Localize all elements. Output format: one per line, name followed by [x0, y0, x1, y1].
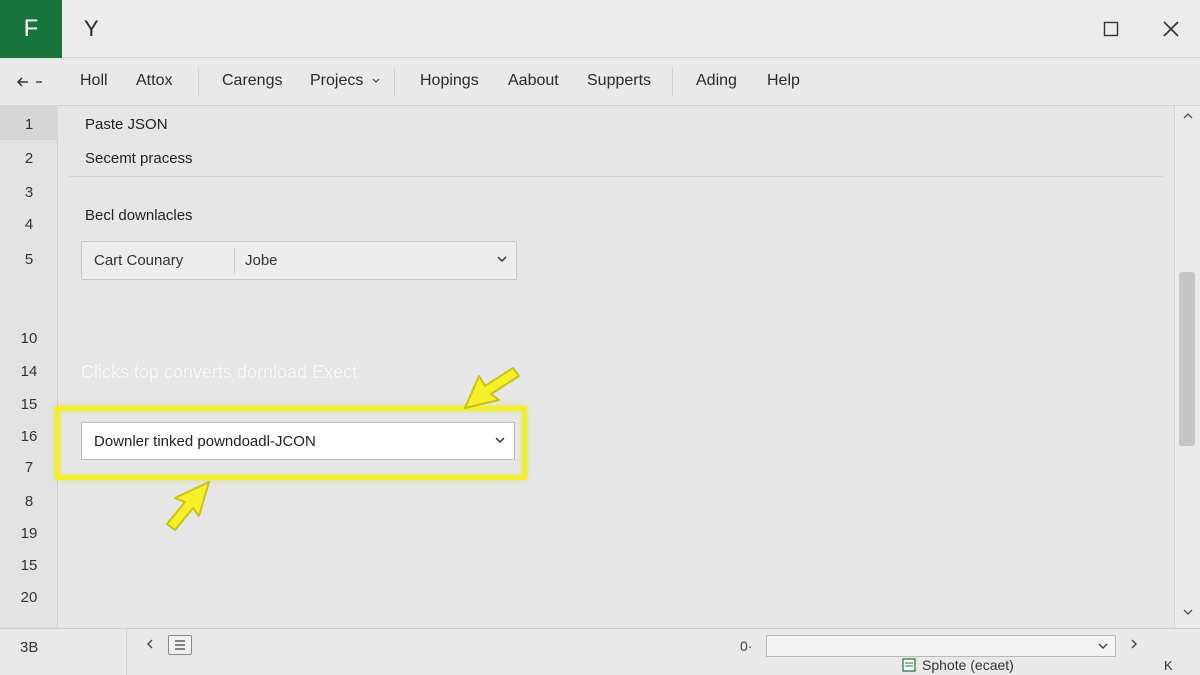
menu-bar: Holl Attox Carengs Projecs Hopings Aabou… [0, 58, 1200, 106]
chevron-down-icon [372, 78, 380, 83]
chevron-down-icon [497, 256, 507, 263]
scroll-down-icon[interactable] [1181, 606, 1195, 618]
menu-separator [672, 68, 673, 96]
dropdown-value: Downler tinked powndoadl-JCON [94, 433, 316, 450]
row-number[interactable]: 19 [0, 525, 58, 542]
status-select[interactable] [766, 635, 1116, 657]
pointer-arrow-icon [464, 367, 520, 409]
zoom-indicator: 0· [740, 638, 753, 654]
maximize-icon [1103, 21, 1119, 37]
status-bar: 3B 0· Sphote (ecaet) K [0, 628, 1200, 675]
scrollbar-thumb[interactable] [1179, 272, 1195, 446]
row-number[interactable]: 4 [0, 216, 58, 233]
pointer-arrow-icon [166, 481, 210, 531]
content-area: Paste JSON Secemt pracess Becl downlacle… [55, 106, 1173, 628]
row-number[interactable]: 1 [0, 116, 58, 133]
status-corner-text: K [1164, 658, 1173, 673]
menu-item-holl[interactable]: Holl [80, 72, 108, 90]
menu-separator [394, 68, 395, 96]
hint-text: Clicks top converts dornload Exect [81, 362, 358, 382]
list-icon [175, 640, 185, 650]
chevron-left-icon[interactable] [144, 637, 156, 651]
row-number-gutter: 1 2 3 4 5 10 14 15 16 7 8 19 15 20 [0, 106, 58, 628]
row-number[interactable]: 2 [0, 150, 58, 167]
country-select[interactable]: Cart Counary Jobe [81, 241, 517, 280]
section-label: Becl downlacles [85, 207, 193, 224]
row-number[interactable]: 15 [0, 396, 58, 413]
status-separator [126, 629, 127, 675]
scroll-up-icon[interactable] [1181, 110, 1195, 122]
status-text: Sphote (ecaet) [922, 657, 1014, 673]
row-number[interactable]: 16 [0, 428, 58, 445]
menu-item-projecs[interactable]: Projecs [310, 72, 381, 90]
select-label: Cart Counary [94, 252, 184, 269]
back-button[interactable] [16, 70, 52, 94]
close-icon [1163, 21, 1179, 37]
menu-item-attox[interactable]: Attox [136, 72, 172, 90]
row-number[interactable]: 7 [0, 459, 58, 476]
row-number[interactable]: 5 [0, 251, 58, 268]
row-number[interactable]: 14 [0, 363, 58, 380]
section-divider [69, 176, 1163, 177]
window-title: Y [84, 16, 99, 41]
menu-item-carengs[interactable]: Carengs [222, 72, 282, 90]
chevron-right-icon[interactable] [1128, 637, 1140, 651]
select-separator [234, 248, 235, 274]
app-logo: F [0, 0, 62, 58]
menu-item-help[interactable]: Help [767, 72, 800, 90]
vertical-scrollbar[interactable] [1174, 106, 1200, 628]
chevron-down-icon [1098, 643, 1108, 649]
paste-json-text[interactable]: Paste JSON [85, 116, 168, 133]
close-button[interactable] [1156, 14, 1186, 44]
maximize-button[interactable] [1096, 14, 1126, 44]
menu-item-ading[interactable]: Ading [696, 72, 737, 90]
select-value: Jobe [245, 252, 278, 269]
row-number[interactable]: 15 [0, 557, 58, 574]
menu-separator [198, 68, 199, 96]
row-number[interactable]: 8 [0, 493, 58, 510]
app-logo-letter: F [23, 15, 39, 42]
menu-item-aabout[interactable]: Aabout [508, 72, 559, 90]
sheet-icon [902, 658, 916, 672]
title-bar: F Y [0, 0, 1200, 58]
menu-item-supperts[interactable]: Supperts [587, 72, 651, 90]
sheet-list-button[interactable] [168, 635, 192, 655]
row-number[interactable]: 20 [0, 589, 58, 606]
chevron-down-icon [495, 437, 505, 444]
cell-reference: 3B [20, 639, 39, 656]
row-number[interactable]: 10 [0, 330, 58, 347]
process-text[interactable]: Secemt pracess [85, 150, 193, 167]
back-arrow-icon [16, 77, 42, 87]
row-number[interactable]: 3 [0, 184, 58, 201]
json-download-dropdown[interactable]: Downler tinked powndoadl-JCON [81, 422, 515, 460]
menu-item-projecs-label: Projecs [310, 72, 364, 89]
menu-item-hopings[interactable]: Hopings [420, 72, 479, 90]
